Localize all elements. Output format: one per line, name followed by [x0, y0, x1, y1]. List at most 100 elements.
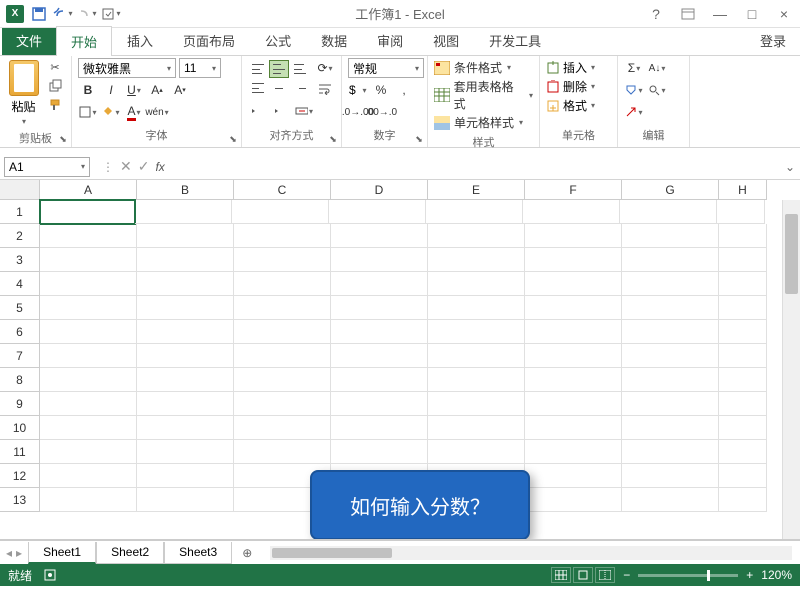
align-bottom-icon[interactable]: [290, 60, 310, 78]
name-box[interactable]: A1▾: [4, 157, 90, 177]
cell[interactable]: [426, 200, 523, 224]
cell[interactable]: [719, 224, 767, 248]
border-icon[interactable]: ▾: [78, 102, 98, 122]
macro-record-icon[interactable]: [44, 569, 56, 581]
cell[interactable]: [428, 392, 525, 416]
cell[interactable]: [525, 368, 622, 392]
cell-styles-button[interactable]: 单元格样式▾: [434, 113, 533, 132]
cell[interactable]: [234, 272, 331, 296]
dialog-launcher-icon[interactable]: ⬊: [227, 133, 239, 145]
sheet-tab[interactable]: Sheet3: [164, 542, 232, 564]
cell[interactable]: [622, 272, 719, 296]
format-as-table-button[interactable]: 套用表格格式▾: [434, 77, 533, 113]
dialog-launcher-icon[interactable]: ⬊: [327, 133, 339, 145]
fx-icon[interactable]: fx: [155, 160, 164, 174]
decrease-indent-icon[interactable]: [248, 101, 268, 121]
cell[interactable]: [329, 200, 426, 224]
fill-icon[interactable]: ▾: [624, 80, 644, 100]
next-sheet-icon[interactable]: ▸: [16, 546, 22, 560]
cell[interactable]: [137, 296, 234, 320]
cell[interactable]: [717, 200, 765, 224]
row-header[interactable]: 6: [0, 320, 40, 344]
zoom-in-icon[interactable]: +: [746, 568, 753, 582]
cell[interactable]: [40, 320, 137, 344]
cell[interactable]: [622, 296, 719, 320]
format-painter-icon[interactable]: [45, 96, 65, 114]
cell[interactable]: [40, 416, 137, 440]
cell[interactable]: [331, 224, 428, 248]
comma-icon[interactable]: ,: [394, 80, 414, 100]
normal-view-icon[interactable]: [551, 567, 571, 583]
cell[interactable]: [525, 440, 622, 464]
cell[interactable]: [40, 488, 137, 512]
column-header[interactable]: E: [428, 180, 525, 200]
login-link[interactable]: 登录: [748, 26, 798, 55]
number-format-combo[interactable]: 常规▾: [348, 58, 424, 78]
cell[interactable]: [137, 368, 234, 392]
cell[interactable]: [525, 488, 622, 512]
cell[interactable]: [525, 296, 622, 320]
increase-indent-icon[interactable]: [271, 101, 291, 121]
cell[interactable]: [525, 224, 622, 248]
dialog-launcher-icon[interactable]: ⬊: [57, 133, 69, 145]
dialog-launcher-icon[interactable]: ⬊: [413, 133, 425, 145]
customize-icon[interactable]: ▾: [100, 3, 122, 25]
cell[interactable]: [428, 344, 525, 368]
orientation-icon[interactable]: ⟳▾: [315, 58, 335, 78]
cell[interactable]: [40, 464, 137, 488]
cell[interactable]: [137, 440, 234, 464]
row-header[interactable]: 5: [0, 296, 40, 320]
cell[interactable]: [622, 488, 719, 512]
tab-审阅[interactable]: 审阅: [362, 25, 418, 55]
cell[interactable]: [622, 440, 719, 464]
cell[interactable]: [525, 272, 622, 296]
cell[interactable]: [525, 320, 622, 344]
cell[interactable]: [622, 368, 719, 392]
cell[interactable]: [719, 272, 767, 296]
paste-button[interactable]: 粘贴 ▾: [6, 58, 41, 128]
cell[interactable]: [622, 320, 719, 344]
cell[interactable]: [719, 320, 767, 344]
tab-开发工具[interactable]: 开发工具: [474, 25, 556, 55]
font-size-combo[interactable]: 11▾: [179, 58, 221, 78]
cell[interactable]: [234, 368, 331, 392]
minimize-icon[interactable]: —: [708, 4, 732, 24]
cell[interactable]: [137, 416, 234, 440]
file-tab[interactable]: 文件: [2, 26, 56, 55]
row-header[interactable]: 13: [0, 488, 40, 512]
redo-icon[interactable]: ▾: [76, 3, 98, 25]
enter-icon[interactable]: ✓: [138, 158, 150, 175]
select-all-corner[interactable]: [0, 180, 40, 200]
decrease-font-icon[interactable]: A▾: [170, 80, 190, 100]
cell[interactable]: [622, 464, 719, 488]
cell[interactable]: [39, 199, 136, 225]
cell[interactable]: [428, 320, 525, 344]
help-icon[interactable]: ?: [644, 4, 668, 24]
cell[interactable]: [719, 344, 767, 368]
zoom-level[interactable]: 120%: [761, 568, 792, 582]
row-header[interactable]: 1: [0, 200, 40, 224]
cell[interactable]: [525, 464, 622, 488]
format-cells-button[interactable]: 格式▾: [546, 96, 611, 115]
clear-icon[interactable]: ▾: [624, 102, 644, 122]
align-center-icon[interactable]: [269, 79, 289, 97]
close-icon[interactable]: ×: [772, 4, 796, 24]
cell[interactable]: [622, 248, 719, 272]
increase-font-icon[interactable]: A▴: [147, 80, 167, 100]
font-name-combo[interactable]: 微软雅黑▾: [78, 58, 176, 78]
delete-cells-button[interactable]: 删除▾: [546, 77, 611, 96]
sheet-tab[interactable]: Sheet2: [96, 542, 164, 564]
align-middle-icon[interactable]: [269, 60, 289, 78]
cell[interactable]: [40, 440, 137, 464]
fill-color-icon[interactable]: ▾: [101, 102, 121, 122]
tab-插入[interactable]: 插入: [112, 25, 168, 55]
font-color-icon[interactable]: A▾: [124, 102, 144, 122]
cell[interactable]: [331, 248, 428, 272]
cut-icon[interactable]: ✂: [45, 58, 65, 76]
cell[interactable]: [525, 344, 622, 368]
cell[interactable]: [428, 368, 525, 392]
page-layout-icon[interactable]: [573, 567, 593, 583]
cell[interactable]: [620, 200, 717, 224]
row-header[interactable]: 8: [0, 368, 40, 392]
column-header[interactable]: C: [234, 180, 331, 200]
